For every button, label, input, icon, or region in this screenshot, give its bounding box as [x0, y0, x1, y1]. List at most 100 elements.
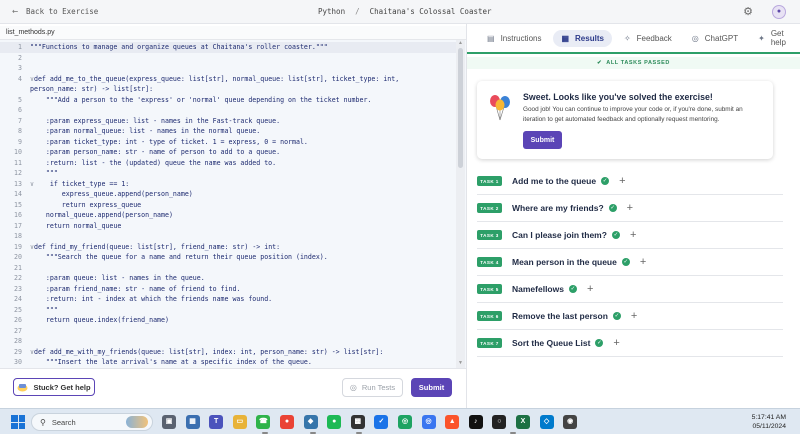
code-line[interactable]: 19 ∨def find_my_friend(queue: list[str], …	[0, 242, 456, 253]
system-clock[interactable]: 5:17:41 AM 05/11/2024	[752, 413, 786, 431]
file-tab[interactable]: list_methods.py	[0, 26, 466, 40]
submit-button[interactable]: Submit	[411, 378, 452, 397]
file-explorer-icon[interactable]: ▣	[162, 415, 176, 429]
expand-plus-icon[interactable]: +	[640, 257, 646, 268]
tab-label: Get help	[770, 29, 786, 47]
code-line[interactable]: 21	[0, 263, 456, 274]
teams-icon[interactable]: T	[209, 415, 224, 429]
chrome-icon[interactable]: ●	[280, 415, 294, 429]
taskbar-search[interactable]: ⚲ Search	[31, 413, 153, 431]
code-line[interactable]: 16 normal_queue.append(person_name)	[0, 210, 456, 221]
code-line[interactable]: 15 return express_queue	[0, 200, 456, 211]
code-line[interactable]: 5 """Add a person to the 'express' or 'n…	[0, 95, 456, 106]
tab-icon: ✦	[758, 33, 765, 43]
code-line[interactable]: 29 ∨def add_me_with_my_friends(queue: lis…	[0, 347, 456, 358]
qr-icon[interactable]: ▩	[350, 415, 365, 429]
code-line[interactable]: 26 return queue.index(friend_name)	[0, 315, 456, 326]
search-highlight-icon	[126, 416, 148, 428]
code-line[interactable]: 13 ∨ if ticket_type == 1:	[0, 179, 456, 190]
code-line[interactable]: 11 :return: list - the (updated) queue t…	[0, 158, 456, 169]
folder-icon[interactable]: ▭	[232, 415, 247, 429]
code-line[interactable]: 2	[0, 53, 456, 64]
code-text: person_name: str) -> list[str]:	[30, 85, 154, 93]
code-line[interactable]: 22 :param queue: list - names in the que…	[0, 273, 456, 284]
avatar[interactable]: ●	[772, 5, 786, 19]
code-line[interactable]: 18	[0, 231, 456, 242]
obs-icon[interactable]: ◉	[563, 415, 578, 429]
breadcrumb-exercise[interactable]: Chaitana's Colossal Coaster	[370, 7, 492, 16]
pane-divider[interactable]	[466, 24, 467, 408]
brave-icon[interactable]: ▲	[445, 415, 460, 429]
code-line[interactable]: 12 """	[0, 168, 456, 179]
editor-scrollbar-thumb[interactable]	[458, 48, 463, 168]
line-number: 7	[18, 116, 22, 125]
line-number: 11	[14, 158, 22, 167]
expand-plus-icon[interactable]: +	[587, 284, 593, 295]
code-line[interactable]: 25 """	[0, 305, 456, 316]
code-line[interactable]: 23 :param friend_name: str - name of fri…	[0, 284, 456, 295]
code-line[interactable]: 3	[0, 63, 456, 74]
expand-plus-icon[interactable]: +	[627, 203, 633, 214]
code-line[interactable]: 30 """Insert the late arrival's name at …	[0, 357, 456, 368]
expand-plus-icon[interactable]: +	[613, 338, 619, 349]
excel-icon[interactable]: X	[516, 415, 530, 429]
scroll-up-icon[interactable]: ▲	[458, 40, 463, 46]
whatsapp-icon[interactable]: ☎	[256, 415, 271, 429]
code-line[interactable]: 27	[0, 326, 456, 337]
tab-results[interactable]: ▦ Results	[553, 29, 612, 47]
task-row[interactable]: TASK 5 Namefellows ✓ +	[477, 276, 783, 303]
github-icon[interactable]: ○	[492, 415, 507, 429]
code-text: """Search the queue for a name and retur…	[30, 253, 328, 261]
code-line[interactable]: 14 express_queue.append(person_name)	[0, 189, 456, 200]
scroll-down-icon[interactable]: ▼	[458, 360, 463, 366]
code-editor[interactable]: 1 """Functions to manage and organize que…	[0, 40, 466, 368]
signal-icon[interactable]: ◎	[421, 415, 436, 429]
tab-instructions[interactable]: ▤ Instructions	[479, 30, 549, 47]
gear-icon[interactable]: ⚙	[742, 6, 754, 18]
tab-feedback[interactable]: ✧ Feedback	[616, 30, 680, 47]
code-line[interactable]: 10 :param person_name: str - name of per…	[0, 147, 456, 158]
chrome-green-icon[interactable]: ◎	[398, 415, 412, 429]
code-text: """Insert the late arrival's name at a s…	[30, 358, 312, 366]
tab-chatgpt[interactable]: ◎ ChatGPT	[684, 30, 746, 47]
top-bar: ← Back to Exercise Python / Chaitana's C…	[0, 0, 800, 24]
todo-icon[interactable]: ✓	[374, 415, 389, 429]
code-line[interactable]: 1 """Functions to manage and organize que…	[0, 42, 456, 53]
task-row[interactable]: TASK 7 Sort the Queue List ✓ +	[477, 330, 783, 357]
task-row[interactable]: TASK 4 Mean person in the queue ✓ +	[477, 249, 783, 276]
line-number: 27	[14, 326, 22, 335]
back-to-exercise-link[interactable]: ← Back to Exercise	[0, 6, 98, 17]
code-line[interactable]: 28	[0, 336, 456, 347]
line-number: 13	[14, 179, 22, 188]
task-title: Mean person in the queue	[512, 257, 617, 267]
tab-get-help[interactable]: ✦ Get help	[750, 29, 800, 47]
stuck-get-help-button[interactable]: Stuck? Get help	[13, 378, 95, 396]
code-line[interactable]: 7 :param express_queue: list - names in …	[0, 116, 456, 127]
expand-plus-icon[interactable]: +	[631, 311, 637, 322]
widgets-icon[interactable]: ▦	[185, 415, 200, 429]
code-line[interactable]: 24 :return: int - index at which the fri…	[0, 294, 456, 305]
vscode-icon[interactable]: ◇	[539, 415, 554, 429]
breadcrumb-track[interactable]: Python	[318, 7, 345, 16]
run-tests-button[interactable]: ◎ Run Tests	[342, 378, 403, 397]
expand-plus-icon[interactable]: +	[619, 176, 625, 187]
python-icon[interactable]: ◆	[303, 415, 318, 429]
task-row[interactable]: TASK 6 Remove the last person ✓ +	[477, 303, 783, 330]
code-line[interactable]: 6	[0, 105, 456, 116]
code-line[interactable]: 20 """Search the queue for a name and re…	[0, 252, 456, 263]
code-line[interactable]: 8 :param normal_queue: list - names in t…	[0, 126, 456, 137]
task-row[interactable]: TASK 2 Where are my friends? ✓ +	[477, 195, 783, 222]
tiktok-icon[interactable]: ♪	[468, 415, 483, 429]
task-row[interactable]: TASK 3 Can I please join them? ✓ +	[477, 222, 783, 249]
code-text: :param normal_queue: list - names in the…	[30, 127, 261, 135]
code-line[interactable]: 4 ∨def add_me_to_the_queue(express_queue:…	[0, 74, 456, 85]
spotify-icon[interactable]: ●	[327, 415, 342, 429]
code-line[interactable]: 17 return normal_queue	[0, 221, 456, 232]
code-line[interactable]: person_name: str) -> list[str]:	[0, 84, 456, 95]
card-submit-button[interactable]: Submit	[523, 131, 562, 149]
code-line[interactable]: 9 :param ticket_type: int - type of tick…	[0, 137, 456, 148]
expand-plus-icon[interactable]: +	[630, 230, 636, 241]
windows-start-icon[interactable]	[11, 415, 25, 429]
task-row[interactable]: TASK 1 Add me to the queue ✓ +	[477, 168, 783, 195]
check-icon: ✔	[597, 60, 603, 66]
